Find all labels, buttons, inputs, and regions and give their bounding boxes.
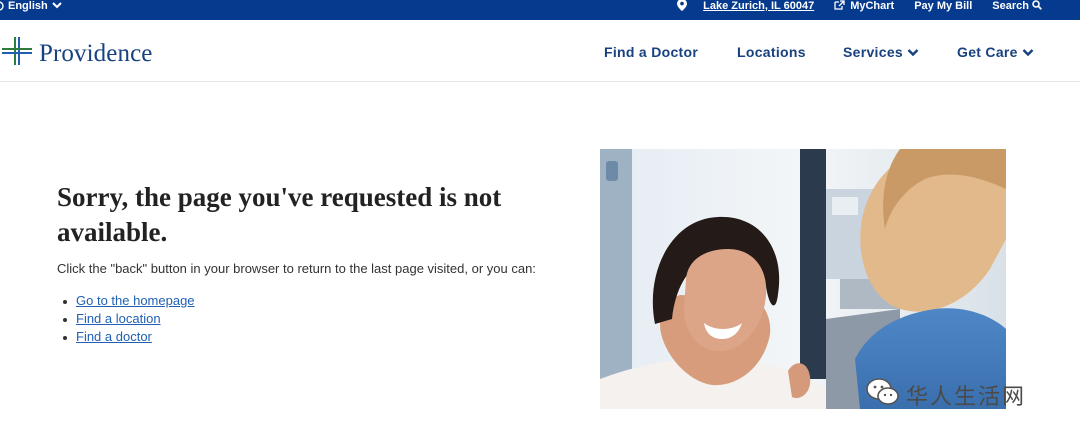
mychart-label: MyChart [850,0,895,12]
wechat-icon [866,377,900,413]
watermark-text: 华人生活网 [906,385,1027,410]
utility-bar: English Lake Zurich, IL 60047 MyChart Pa… [0,0,1080,20]
nav-locations[interactable]: Locations [737,44,806,60]
list-item: Find a doctor [62,328,195,346]
error-headline: Sorry, the page you've requested is not … [57,182,502,247]
cross-logo-icon [2,37,32,70]
nav-find-doctor-label: Find a Doctor [604,44,699,60]
language-selector[interactable]: English [0,0,62,12]
search-icon [1032,0,1042,13]
list-item: Find a location [62,310,195,328]
error-instructions: Click the "back" button in your browser … [57,261,536,276]
chevron-down-icon [52,0,62,12]
find-location-link[interactable]: Find a location [76,311,161,326]
location-link[interactable]: Lake Zurich, IL 60047 [677,0,814,14]
nav-get-care-label: Get Care [957,44,1018,60]
watermark: 华人生活网 [866,377,1026,413]
chevron-down-icon [1022,44,1034,60]
nav-services[interactable]: Services [843,44,919,60]
search-link[interactable]: Search [992,0,1042,13]
location-text: Lake Zurich, IL 60047 [703,0,815,12]
mychart-link[interactable]: MyChart [834,0,894,13]
pay-bill-link[interactable]: Pay My Bill [914,0,972,12]
providence-logo[interactable]: Providence [2,37,152,70]
brand-name: Providence [39,39,153,67]
chevron-down-icon [907,44,919,60]
globe-icon [0,1,4,11]
map-pin-icon [677,0,688,14]
nav-locations-label: Locations [737,44,806,60]
language-label: English [8,0,48,12]
helpful-links-list: Go to the homepage Find a location Find … [62,292,195,346]
nav-get-care[interactable]: Get Care [957,44,1034,60]
hero-photo [600,149,1006,409]
external-link-icon [834,0,845,13]
nav-find-doctor[interactable]: Find a Doctor [604,44,698,60]
list-item: Go to the homepage [62,292,195,310]
nav-services-label: Services [843,44,904,60]
find-doctor-link[interactable]: Find a doctor [76,329,152,344]
homepage-link[interactable]: Go to the homepage [76,293,195,308]
pay-bill-label: Pay My Bill [914,0,973,12]
search-label: Search [992,0,1029,12]
